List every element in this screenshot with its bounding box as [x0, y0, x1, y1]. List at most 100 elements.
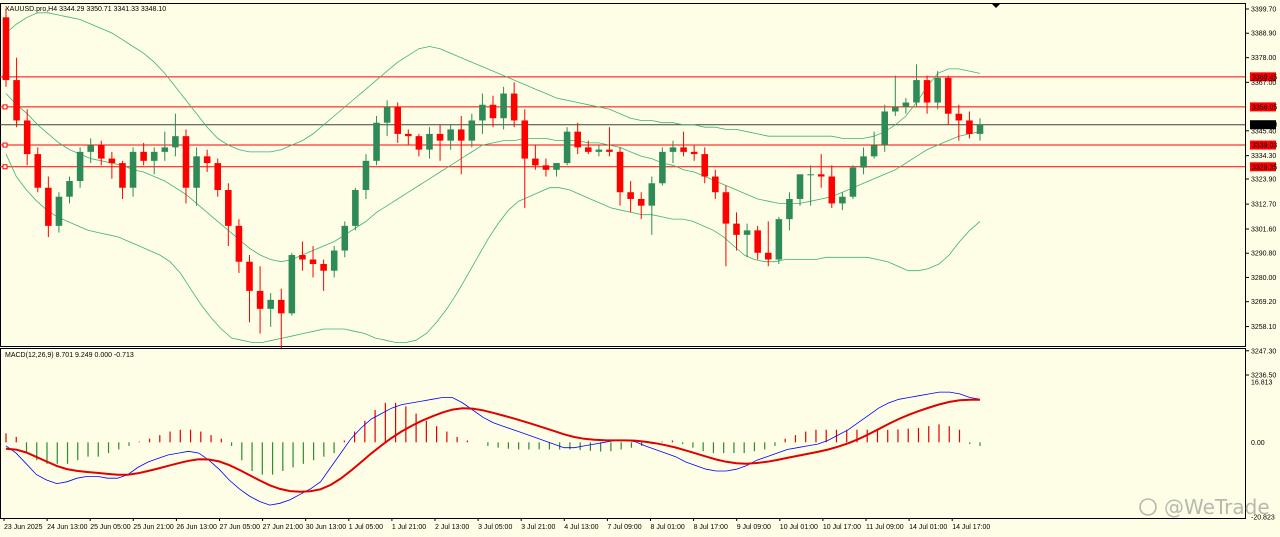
time-axis-label: 25 Jun 21:00: [133, 524, 174, 531]
candle-body: [161, 147, 169, 152]
time-axis-label: 23 Jun 2025: [4, 524, 43, 531]
candle-body: [595, 149, 603, 152]
candle-body: [45, 187, 52, 226]
candle-body: [288, 255, 296, 314]
candle-body: [807, 174, 814, 176]
candle-body: [119, 163, 126, 188]
candle-body: [436, 133, 444, 141]
candle-body: [521, 120, 529, 159]
time-axis-label: 7 Jul 09:00: [607, 524, 641, 531]
candle-body: [405, 133, 412, 137]
candle-body: [690, 151, 698, 155]
level-anchor-icon[interactable]: [2, 104, 8, 110]
candle-body: [796, 174, 804, 199]
time-axis-label: 30 Jun 13:00: [306, 524, 347, 531]
candle-body: [225, 189, 232, 226]
candle-body: [892, 107, 899, 112]
candle-body: [553, 163, 560, 170]
candle-body: [669, 147, 677, 152]
candle-body: [246, 261, 253, 291]
candle: [2, 8, 10, 87]
candle-body: [352, 189, 359, 226]
candle-body: [828, 176, 836, 204]
candle-body: [203, 156, 211, 164]
candle-body: [574, 131, 581, 148]
candle-body: [585, 147, 592, 152]
candle-body: [637, 198, 645, 206]
trading-chart: XAUUSD.pro,H4 3344.29 3350.71 3341.33 33…: [0, 0, 1280, 537]
candle-body: [235, 225, 243, 262]
candle-body: [23, 120, 31, 155]
candle-body: [426, 133, 433, 150]
candle-body: [775, 219, 783, 260]
time-axis-label: 1 Jul 05:00: [349, 524, 383, 531]
candle-body: [66, 181, 73, 197]
candle-body: [680, 147, 687, 152]
time-axis-label: 3 Jul 21:00: [521, 524, 555, 531]
time-axis-label: 8 Jul 17:00: [694, 524, 728, 531]
price-axis-label: 3269.20: [1251, 299, 1276, 306]
time-axis-label: 10 Jul 01:00: [780, 524, 818, 531]
time-axis-label: 1 Jul 21:00: [392, 524, 426, 531]
candle-body: [76, 151, 84, 182]
macd-info: MACD(12,26,9) 8.701 9.249 0.000 -0.713: [5, 352, 134, 359]
candle-body: [913, 80, 920, 103]
price-level-label: 3339.03: [1252, 143, 1277, 150]
price-axis-label: 3378.00: [1251, 55, 1276, 62]
candle-body: [193, 156, 200, 188]
candle-body: [563, 131, 571, 164]
price-axis-label: 3323.90: [1251, 176, 1276, 183]
candle-body: [870, 145, 878, 157]
candle-body: [129, 151, 137, 188]
candle: [563, 127, 571, 166]
macd-axis-label: 16.813: [1251, 380, 1273, 387]
candle-body: [150, 151, 158, 161]
candle-body: [532, 158, 539, 166]
candle-body: [944, 77, 952, 114]
candle-body: [299, 255, 306, 260]
time-axis-label: 27 Jun 05:00: [220, 524, 261, 531]
candle-body: [701, 154, 709, 177]
candle-body: [817, 174, 825, 177]
candle-body: [743, 230, 751, 235]
time-axis-label: 14 Jul 01:00: [909, 524, 947, 531]
candle-body: [55, 196, 63, 226]
candle-body: [98, 145, 105, 159]
candle-body: [479, 104, 486, 121]
candle-body: [256, 290, 264, 309]
candle-body: [627, 192, 634, 199]
candle-body: [330, 250, 338, 271]
candle-body: [648, 183, 656, 206]
candle-body: [383, 107, 391, 123]
candle-body: [489, 104, 497, 119]
candle-body: [447, 129, 454, 141]
candle: [775, 216, 783, 264]
candle-body: [923, 80, 931, 103]
candle-body: [510, 93, 518, 121]
candle-body: [976, 124, 984, 134]
candle-body: [140, 151, 147, 161]
candle-body: [362, 160, 370, 190]
candle: [34, 147, 42, 193]
level-anchor-icon[interactable]: [2, 142, 8, 148]
candle: [288, 252, 296, 316]
time-axis-label: 11 Jul 09:00: [866, 524, 904, 531]
candle-body: [754, 230, 761, 253]
candle-body: [415, 136, 423, 150]
time-axis-label: 14 Jul 17:00: [952, 524, 990, 531]
candle-body: [87, 145, 94, 152]
candle-body: [712, 176, 719, 193]
candle-body: [860, 156, 867, 168]
time-axis-label: 27 Jun 21:00: [263, 524, 304, 531]
time-axis-label: 3 Jul 05:00: [478, 524, 512, 531]
candle-body: [786, 198, 793, 220]
time-axis-label: 26 Jun 13:00: [176, 524, 217, 531]
symbol-info: XAUUSD.pro,H4 3344.29 3350.71 3341.33 33…: [5, 6, 166, 13]
level-anchor-icon[interactable]: [2, 164, 8, 170]
candle-body: [13, 80, 20, 121]
candle-body: [320, 263, 327, 271]
price-axis-label: 3236.50: [1251, 373, 1276, 380]
candle-body: [659, 151, 666, 184]
candle-body: [606, 149, 613, 152]
chart-background: [0, 0, 1280, 537]
